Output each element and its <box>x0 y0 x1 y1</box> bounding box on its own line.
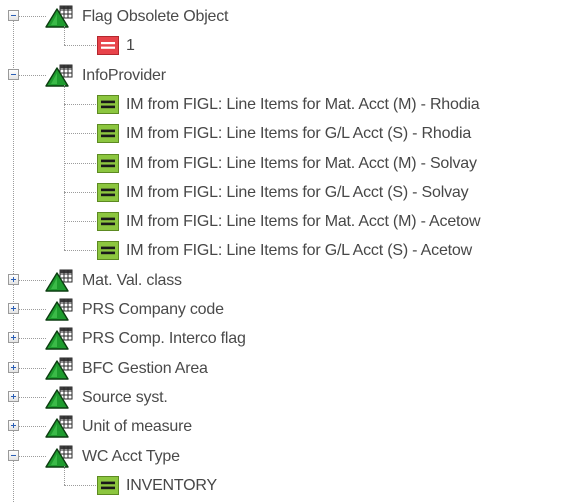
tree-leaf-value[interactable]: INVENTORY <box>0 471 577 500</box>
tree-node[interactable]: BFC Gestion Area <box>0 354 577 383</box>
tree-node[interactable]: Flag Obsolete Object <box>0 2 577 31</box>
value-green-icon <box>97 182 119 202</box>
tree-value-label: 1 <box>126 37 135 55</box>
value-green-icon <box>97 475 119 495</box>
tree-connector <box>19 367 46 369</box>
tree-node-label: InfoProvider <box>82 66 166 84</box>
tree-connector <box>19 455 46 457</box>
expand-toggle[interactable] <box>8 303 19 314</box>
tree-connector <box>19 74 46 76</box>
expand-toggle[interactable] <box>8 332 19 344</box>
tree-connector <box>64 84 65 251</box>
tree-connector <box>64 133 96 135</box>
tree-connector <box>19 338 46 340</box>
tree-value-label: IM from FIGL: Line Items for G/L Acct (S… <box>126 242 472 260</box>
characteristic-triangle-grid-icon <box>44 357 78 381</box>
tree-connector <box>64 45 96 47</box>
characteristics-tree: Flag Obsolete Object 1 InfoProvider IM from… <box>0 0 577 502</box>
tree-leaf-value[interactable]: IM from FIGL: Line Items for G/L Acct (S… <box>0 119 577 148</box>
collapse-toggle[interactable] <box>8 449 19 461</box>
tree-value-label: IM from FIGL: Line Items for G/L Acct (S… <box>126 183 469 201</box>
expand-toggle[interactable] <box>8 273 19 285</box>
tree-connector <box>64 250 96 252</box>
tree-value-label: IM from FIGL: Line Items for G/L Acct (S… <box>126 125 472 143</box>
characteristic-triangle-grid-icon <box>44 327 78 351</box>
tree-node-label: PRS Comp. Interco flag <box>82 330 246 348</box>
tree-node[interactable]: Unit of measure <box>0 412 577 441</box>
tree-connector <box>64 221 96 223</box>
characteristic-triangle-grid-icon <box>44 445 78 469</box>
tree-node[interactable]: PRS Comp. Interco flag <box>0 324 577 353</box>
characteristic-triangle-grid-icon <box>44 298 78 322</box>
tree-leaf-value[interactable]: IM from FIGL: Line Items for Mat. Acct (… <box>0 149 577 178</box>
tree-node-label: WC Acct Type <box>82 447 180 465</box>
tree-node[interactable]: Mat. Val. class <box>0 266 577 295</box>
expand-toggle[interactable] <box>8 361 19 373</box>
tree-leaf-value[interactable]: IM from FIGL: Line Items for G/L Acct (S… <box>0 236 577 265</box>
tree-connector <box>64 26 65 46</box>
expand-toggle[interactable] <box>8 390 19 402</box>
value-red-icon <box>97 36 119 56</box>
tree-node[interactable]: PRS Company code <box>0 295 577 324</box>
expand-toggle[interactable] <box>8 420 19 432</box>
tree-node-label: BFC Gestion Area <box>82 359 208 377</box>
tree-leaf-value[interactable]: 1 <box>0 31 577 60</box>
collapse-toggle[interactable] <box>8 68 19 80</box>
tree-leaf-value[interactable]: IM from FIGL: Line Items for G/L Acct (S… <box>0 178 577 207</box>
characteristic-triangle-grid-icon <box>44 269 78 293</box>
tree-value-label: INVENTORY <box>126 476 217 494</box>
characteristic-triangle-grid-icon <box>44 386 78 410</box>
value-green-icon <box>97 241 119 261</box>
tree-value-label: IM from FIGL: Line Items for Mat. Acct (… <box>126 213 481 231</box>
tree-node-label: Unit of measure <box>82 418 192 436</box>
tree-leaf-value[interactable]: IM from FIGL: Line Items for Mat. Acct (… <box>0 207 577 236</box>
tree-node-label: PRS Company code <box>82 301 224 318</box>
characteristic-triangle-grid-icon <box>44 64 78 88</box>
characteristic-triangle-grid-icon <box>44 415 78 439</box>
tree-connector <box>19 426 46 428</box>
value-green-icon <box>97 124 119 144</box>
tree-node[interactable]: Source syst. <box>0 383 577 412</box>
tree-node[interactable]: InfoProvider <box>0 61 577 90</box>
tree-node-label: Mat. Val. class <box>82 271 182 289</box>
tree-node[interactable]: WC Acct Type <box>0 442 577 471</box>
tree-node-label: Source syst. <box>82 388 168 406</box>
tree-connector <box>19 309 46 310</box>
characteristic-triangle-grid-icon <box>44 5 78 29</box>
value-green-icon <box>97 94 119 114</box>
tree-connector <box>64 465 65 485</box>
tree-connector <box>19 396 46 398</box>
tree-connector <box>19 279 46 281</box>
tree-node-label: Flag Obsolete Object <box>82 8 229 25</box>
tree-leaf-value[interactable]: IM from FIGL: Line Items for Mat. Acct (… <box>0 90 577 119</box>
tree-connector <box>64 484 96 486</box>
value-green-icon <box>97 153 119 173</box>
tree-connector <box>64 103 96 105</box>
tree-connector <box>64 162 96 164</box>
tree-connector <box>19 16 46 17</box>
collapse-toggle[interactable] <box>8 10 19 21</box>
tree-connector <box>64 191 96 193</box>
tree-value-label: IM from FIGL: Line Items for Mat. Acct (… <box>126 95 480 113</box>
tree-value-label: IM from FIGL: Line Items for Mat. Acct (… <box>126 154 477 172</box>
value-green-icon <box>97 212 119 232</box>
